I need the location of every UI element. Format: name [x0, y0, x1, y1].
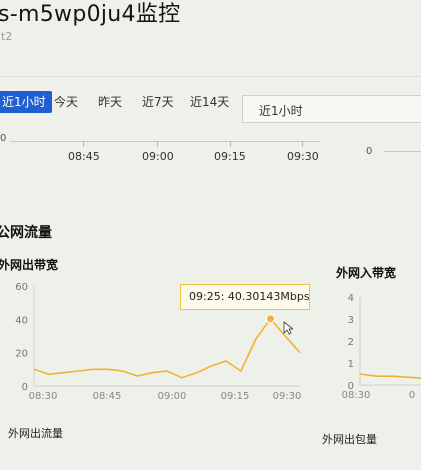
x-tick-label: 08:30 [29, 391, 58, 402]
y-tick-label: 60 [15, 282, 28, 293]
tab-yesterday[interactable]: 昨天 [98, 91, 122, 113]
timeline-track[interactable] [10, 141, 320, 142]
y-tick-label: 40 [15, 315, 28, 326]
x-tick-label: 08:30 [342, 390, 371, 401]
timeline-right-track[interactable] [384, 151, 421, 152]
time-range-select[interactable]: 近1小时 [242, 95, 421, 123]
timeline-label: 09:30 [287, 150, 319, 163]
y-tick-label: 4 [348, 293, 354, 304]
x-tick-label: 09:30 [273, 391, 302, 402]
header-divider [0, 76, 421, 77]
mouse-cursor-icon [283, 321, 293, 335]
time-range-select-value: 近1小时 [259, 104, 303, 118]
timeline-tick [157, 141, 158, 147]
tab-last-14-days[interactable]: 近14天 [190, 91, 229, 113]
timeline-label: 09:00 [142, 150, 174, 163]
timeline-tick [230, 141, 231, 147]
timeline-zero-label: 0 [0, 133, 7, 144]
series-line [359, 373, 421, 379]
chart-tooltip: 09:25: 40.30143Mbps [180, 284, 310, 310]
timeline-tick [302, 141, 303, 147]
tooltip-time: 09:25 [189, 290, 221, 303]
page-title: s-m5wp0ju4监控 [0, 2, 181, 27]
chart-title-inbound-bandwidth: 外网入带宽 [336, 266, 397, 280]
y-tick-label: 3 [348, 315, 354, 326]
y-tick-label: 20 [15, 349, 28, 360]
x-tick-label: 09:00 [158, 391, 187, 402]
x-tick-label: 08:45 [93, 391, 122, 402]
highlight-point [265, 314, 275, 324]
inbound-bandwidth-chart[interactable]: 0123408:30 0 [336, 285, 421, 410]
y-tick-label: 1 [348, 359, 354, 370]
timeline-right-zero-label: 0 [366, 146, 373, 157]
page-subtitle: it2 [0, 30, 13, 43]
timeline-label: 08:45 [68, 150, 100, 163]
x-tick-label: 09:15 [221, 391, 250, 402]
section-title: 公网流量 [0, 225, 52, 241]
y-tick-label: 2 [348, 337, 354, 348]
chart-title-outbound-packets: 外网出包量 [322, 433, 377, 446]
y-tick-label: 0 [22, 382, 28, 393]
x-tick-label: 0 [409, 390, 415, 401]
tab-today[interactable]: 今天 [54, 91, 78, 113]
timeline-tick [83, 141, 84, 147]
chart-title-outbound-traffic: 外网出流量 [8, 427, 63, 440]
timeline-label: 09:15 [214, 150, 246, 163]
tooltip-value: 40.30143Mbps [227, 290, 310, 303]
tab-last-7-days[interactable]: 近7天 [142, 91, 174, 113]
series-line [33, 317, 301, 379]
chart-title-outbound-bandwidth: 外网出带宽 [0, 258, 59, 272]
tab-last-1-hour[interactable]: 近1小时 [0, 91, 52, 113]
